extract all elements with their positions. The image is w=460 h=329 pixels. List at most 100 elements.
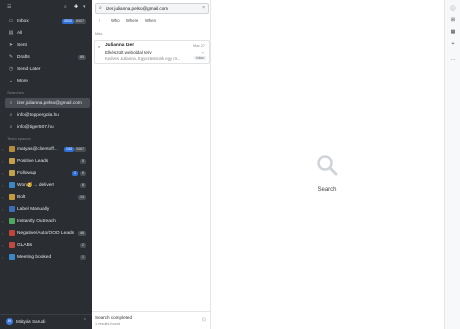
info-icon[interactable]: ⓘ [449,5,457,12]
all-mail-icon: ▤ [8,30,14,36]
pin-icon[interactable]: ⌕ [64,4,67,10]
search-status: Search completed 1 results found ⊡ [92,311,210,329]
drafts-icon: ✎ [8,54,14,60]
filter-icon[interactable]: ⫶ [97,17,102,25]
message-item[interactable]: ⌕ Julianna Izer Mar 27 Elkészült webolda… [94,40,210,64]
team-item[interactable]: › Negative/Auto/OOO Leads 46 [0,228,92,238]
chevron-right-icon[interactable]: › [2,147,3,152]
team-item[interactable]: › Positive Leads 5 [0,156,92,166]
team-item[interactable]: › Meeting booked 1 [0,252,92,262]
preview: Kedves Julianna, Egyeztessünk egy rö... [105,56,181,61]
sidebar-item-inbox[interactable]: ▭ Inbox 3000 8407 [0,16,92,26]
team-item[interactable]: › Instantly Outreach [0,216,92,226]
date: Mar 27 [193,44,205,48]
sidebar-item-sent[interactable]: ➤ Sent [0,40,92,50]
folder-tag: Inbox [194,56,206,60]
search-bar[interactable]: ⌕ × [95,3,209,14]
team-color-icon [9,206,15,212]
search-input[interactable] [106,5,194,11]
search-icon: ⌕ [9,100,13,106]
searches-heading: Searches [7,90,24,95]
team-item[interactable]: › Bolt 14 [0,192,92,202]
user-name: Mátyás Sarudi [16,319,46,324]
saved-search-item[interactable]: ⌕ izer.julianna.pelso@gmail.com [0,98,92,108]
chevron-right-icon[interactable]: › [2,255,3,260]
count-badge: 46 [78,230,86,236]
chevron-right-icon[interactable]: › [2,231,3,236]
chevron-right-icon[interactable]: › [2,219,3,224]
more-icon[interactable]: ⋯ [449,57,457,63]
search-icon: ⌕ [99,5,102,11]
count-badge: 14 [78,194,86,200]
group-heading: Misc [95,32,103,36]
team-color-icon [9,218,15,224]
unread-badge: 140 [64,146,74,152]
empty-state-label: Search [317,187,337,193]
team-item[interactable]: › Followup 1 6 [0,168,92,178]
team-color-icon [9,230,15,236]
filter-who[interactable]: Who [109,17,122,25]
team-color-icon [9,242,15,248]
expand-icon[interactable]: ⌃ [83,318,87,324]
chevron-right-icon[interactable]: › [2,207,3,212]
saved-search-item[interactable]: ⌕ info@tiger507.hu [0,122,92,132]
sidebar-toggle-icon[interactable]: ☰ [7,4,11,10]
sender: Julianna Izer [105,43,135,48]
chevron-right-icon[interactable]: › [2,243,3,248]
grid-icon[interactable]: ⊞ [449,17,457,23]
unread-badge: 3000 [62,18,74,24]
count-badge: 3467 [74,146,86,152]
team-item[interactable]: › Won🥳→ deliver! 8 [0,180,92,190]
count-badge: 8407 [74,18,86,24]
filter-when[interactable]: When [143,17,158,25]
team-color-icon [9,146,15,152]
right-rail: ⓘ ⊞ ▦ + ⋯ [444,0,460,329]
compose-icon[interactable]: ✚ [74,4,78,10]
team-color-icon [9,158,15,164]
status-text: Search completed [95,315,133,320]
chevron-right-icon[interactable]: › [2,159,3,164]
chevron-right-icon[interactable]: › [2,183,3,188]
team-color-icon [9,194,15,200]
subject: Elkészült weboldal terv [105,50,152,55]
clock-icon: ◷ [8,66,14,72]
sidebar-item-send-later[interactable]: ◷ Send Later [0,64,92,74]
team-item[interactable]: › GLABs 2 [0,240,92,250]
avatar: M [6,318,13,325]
team-item[interactable]: › matyas@clientoff... 140 3467 [0,144,92,154]
calendar-icon[interactable]: ▦ [449,29,457,35]
sidebar: ☰ ⌕ ✚ ▾ ▭ Inbox 3000 8407 ▤ All ➤ Sent ✎… [0,0,92,329]
save-search-icon[interactable]: ⊡ [202,317,206,323]
chevron-right-icon[interactable]: › [2,195,3,200]
plus-icon[interactable]: + [449,41,457,47]
team-item[interactable]: › Label Manually [0,204,92,214]
sidebar-item-more[interactable]: ⌄ More [0,76,92,86]
unread-badge: 1 [72,170,78,176]
sent-icon: ➤ [8,42,14,48]
count-badge: 5 [80,158,86,164]
sidebar-item-all[interactable]: ▤ All [0,28,92,38]
chevron-right-icon[interactable]: › [2,171,3,176]
attachment-icon: ⌁ [201,51,204,55]
sidebar-toolbar: ☰ ⌕ ✚ ▾ [0,0,92,14]
chevron-down-icon: ⌄ [8,78,14,84]
count-badge: 85 [78,54,86,60]
team-color-icon [9,170,15,176]
search-icon: ⌕ [9,112,13,118]
results-count: 1 results found [95,322,120,326]
team-spaces-heading: Team spaces [7,136,31,141]
chevron-down-icon[interactable]: ▾ [83,4,86,10]
search-icon: ⌕ [98,44,101,49]
team-color-icon [9,182,15,188]
sidebar-item-drafts[interactable]: ✎ Drafts 85 [0,52,92,62]
count-badge: 8 [80,182,86,188]
count-badge: 1 [80,254,86,260]
calendar-icon [9,254,15,260]
search-icon [317,155,338,176]
user-footer[interactable]: M Mátyás Sarudi ⌃ [0,314,92,329]
count-badge: 2 [80,242,86,248]
filter-where[interactable]: Where [124,17,140,25]
close-icon[interactable]: × [202,5,205,11]
saved-search-item[interactable]: ⌕ info@toppergola.hu [0,110,92,120]
inbox-icon: ▭ [8,18,14,24]
